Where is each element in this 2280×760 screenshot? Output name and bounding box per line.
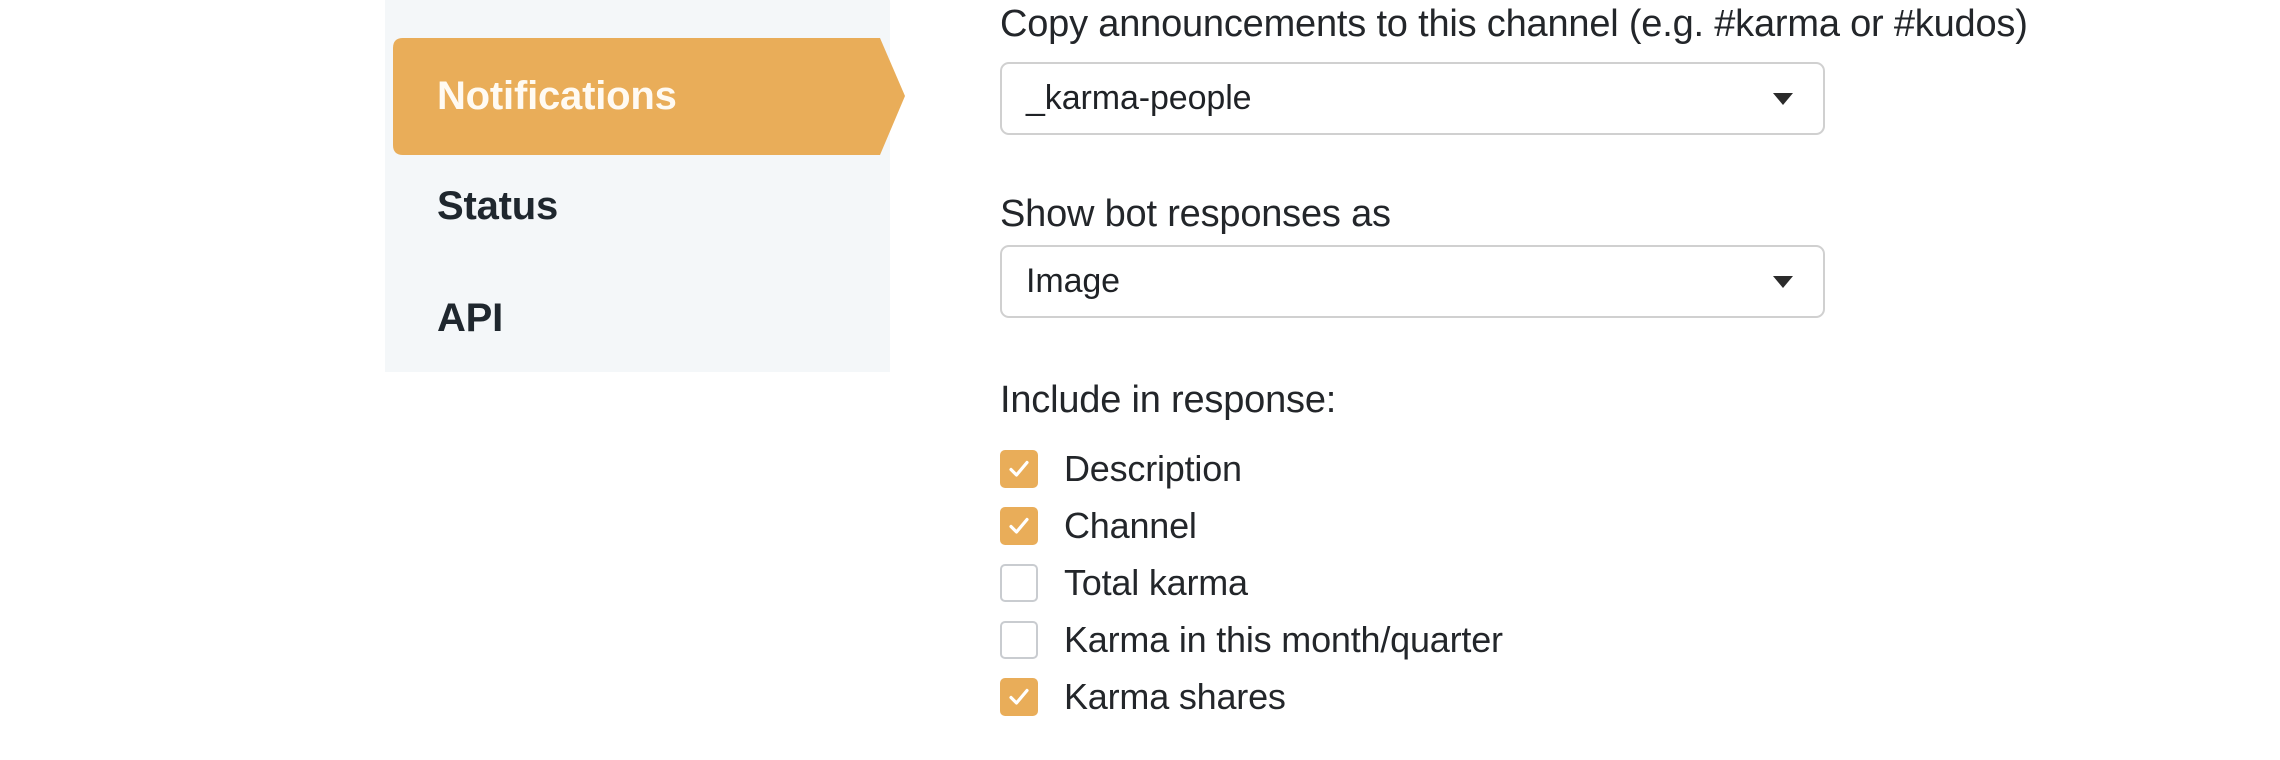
checkbox-karma-month-quarter[interactable] <box>1000 621 1038 659</box>
sidebar-item-label-notifications: Notifications <box>437 74 677 119</box>
sidebar-item-api[interactable]: API <box>437 298 503 338</box>
checkbox-row-karma-month-quarter[interactable]: Karma in this month/quarter <box>1000 611 1900 668</box>
checkbox-channel[interactable] <box>1000 507 1038 545</box>
sidebar-item-label-status: Status <box>437 184 558 228</box>
checkbox-label-channel: Channel <box>1064 508 1197 544</box>
checkbox-label-karma-month-quarter: Karma in this month/quarter <box>1064 622 1503 658</box>
sidebar-item-label-api: API <box>437 296 503 340</box>
channel-field-label: Copy announcements to this channel (e.g.… <box>1000 2 2028 47</box>
settings-screen: Notifications Status API Copy announceme… <box>0 0 2280 760</box>
chevron-down-icon <box>1761 92 1805 106</box>
include-in-response-label: Include in response: <box>1000 378 1336 423</box>
checkbox-karma-shares[interactable] <box>1000 678 1038 716</box>
checkbox-description[interactable] <box>1000 450 1038 488</box>
checkbox-row-total-karma[interactable]: Total karma <box>1000 554 1900 611</box>
checkbox-total-karma[interactable] <box>1000 564 1038 602</box>
channel-select-value: _karma-people <box>1002 79 1761 118</box>
sidebar-item-notifications[interactable]: Notifications <box>437 38 857 155</box>
checkbox-row-channel[interactable]: Channel <box>1000 497 1900 554</box>
include-in-response-list: Description Channel Total karma <box>1000 440 1900 725</box>
checkbox-row-karma-shares[interactable]: Karma shares <box>1000 668 1900 725</box>
chevron-down-icon <box>1761 275 1805 289</box>
checkbox-label-description: Description <box>1064 451 1242 487</box>
sidebar-item-status[interactable]: Status <box>437 186 558 226</box>
checkbox-row-description[interactable]: Description <box>1000 440 1900 497</box>
checkbox-label-total-karma: Total karma <box>1064 565 1248 601</box>
bot-response-field-label: Show bot responses as <box>1000 192 1391 237</box>
bot-response-select[interactable]: Image <box>1000 245 1825 318</box>
channel-select[interactable]: _karma-people <box>1000 62 1825 135</box>
checkbox-label-karma-shares: Karma shares <box>1064 679 1286 715</box>
bot-response-select-value: Image <box>1002 262 1761 301</box>
